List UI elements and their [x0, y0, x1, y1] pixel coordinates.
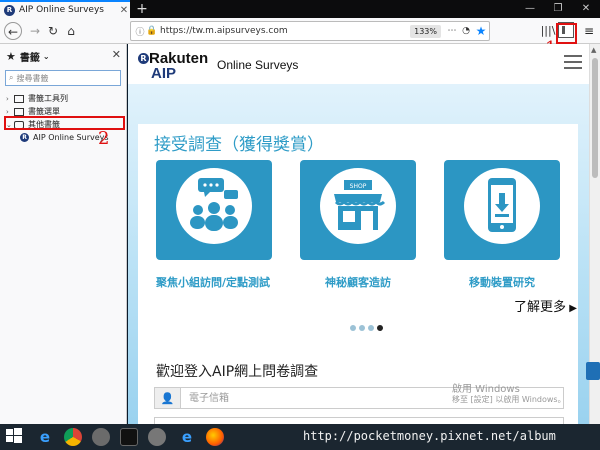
site-menu-icon[interactable] [564, 55, 582, 69]
learn-more-label: 了解更多 [514, 300, 567, 315]
shop-sign-text: SHOP [350, 183, 367, 190]
media-icon[interactable] [148, 428, 166, 446]
hamburger-menu-icon[interactable]: ≡ [582, 22, 596, 40]
restore-button[interactable]: ❐ [544, 0, 572, 18]
shop-icon: SHOP [320, 168, 396, 244]
password-field[interactable] [154, 417, 564, 424]
carousel-dot[interactable] [368, 325, 374, 331]
rakuten-r-icon: R [138, 53, 149, 64]
page-actions-icon[interactable]: ⋯ [445, 26, 459, 36]
mobile-download-icon [464, 168, 540, 244]
feature-card-focus-group[interactable] [156, 160, 272, 260]
tab-title: AIP Online Surveys [19, 5, 104, 15]
window-close-button[interactable]: ✕ [572, 0, 600, 18]
chrome-icon[interactable] [64, 428, 82, 446]
bookmark-star-icon[interactable]: ★ [473, 24, 489, 38]
terminal-icon[interactable] [120, 428, 138, 446]
tab-close-icon[interactable]: ✕ [118, 5, 130, 16]
rakuten-logo[interactable]: R Rakuten AIP [138, 50, 208, 81]
highlight-number-2: 2 [98, 128, 110, 149]
bookmarks-sidebar: ★ 書籤 ⌄ ✕ ⌕ 搜尋書籤 › 書籤工具列 › 書籤選單 ⌄ 其他書籤 R … [0, 44, 127, 424]
navigation-bar: ← → ↻ ⌂ ⓘ 🔒 https://tw.m.aipsurveys.com … [0, 18, 600, 44]
back-button[interactable]: ← [4, 22, 22, 40]
feature-card-mystery-shopper[interactable]: SHOP [300, 160, 416, 260]
windows-start-icon[interactable] [6, 428, 22, 446]
pocket-icon[interactable]: ◔ [459, 26, 473, 36]
windows-activation-subtitle: 移至 [設定] 以啟用 Windows。 [452, 395, 566, 404]
ie-icon[interactable]: e [36, 428, 54, 446]
album-watermark: http://pocketmoney.pixnet.net/album [303, 429, 556, 443]
tab-active[interactable]: R AIP Online Surveys ✕ [0, 0, 130, 18]
minimize-button[interactable]: — [516, 0, 544, 18]
star-icon: ★ [6, 49, 16, 63]
bookmark-search-input[interactable]: ⌕ 搜尋書籤 [5, 70, 121, 86]
highlight-box-1 [556, 23, 577, 44]
feature-label-mystery-shopper[interactable]: 神秘顧客造訪 [300, 274, 416, 290]
search-placeholder: 搜尋書籤 [16, 73, 49, 83]
edge-icon[interactable]: e [178, 428, 196, 446]
scroll-up-icon[interactable]: ▲ [591, 46, 596, 54]
chevron-down-icon: ⌄ [42, 51, 50, 61]
forward-button[interactable]: → [26, 22, 44, 40]
sidebar-title: 書籤 [19, 52, 40, 64]
banner-title: 接受調查（獲得獎賞） [154, 135, 324, 155]
windows-activation-title: 啟用 Windows [452, 384, 520, 395]
menu-folder-icon [14, 107, 24, 116]
carousel-dots [350, 325, 383, 331]
user-icon: 👤 [155, 388, 181, 408]
feature-banner: 接受調查（獲得獎賞） SHOP 聚焦小組訪問/定點測試 神秘顧客造訪 移動裝置研… [138, 124, 578, 356]
tab-bar: R AIP Online Surveys ✕ + — ❐ ✕ [0, 0, 600, 18]
lock-icon[interactable]: 🔒 [146, 26, 158, 36]
site-header: R Rakuten AIP Online Surveys [128, 44, 589, 84]
new-tab-button[interactable]: + [134, 1, 150, 17]
url-bar[interactable]: ⓘ 🔒 https://tw.m.aipsurveys.com 133% ⋯ ◔… [130, 21, 490, 41]
play-arrow-icon: ▶ [566, 303, 577, 314]
zoom-level[interactable]: 133% [410, 24, 441, 38]
carousel-dot-active[interactable] [377, 325, 383, 331]
page-content: RRakuten AIP Online Surveys 接受調查（獲得獎賞） [128, 44, 589, 424]
login-title: 歡迎登入AIP網上問卷調查 [156, 364, 319, 380]
sidebar-close-icon[interactable]: ✕ [112, 48, 121, 61]
site-favicon-icon: R [4, 4, 15, 16]
site-favicon-icon: R [20, 133, 29, 142]
floating-side-button[interactable] [586, 362, 600, 380]
search-icon: ⌕ [9, 73, 14, 82]
site-subtitle: Online Surveys [217, 58, 299, 72]
feature-label-mobile-research[interactable]: 移動裝置研究 [444, 274, 560, 290]
url-text[interactable]: https://tw.m.aipsurveys.com [158, 26, 410, 36]
group-chat-icon [176, 168, 252, 244]
feature-card-mobile-research[interactable] [444, 160, 560, 260]
reload-button[interactable]: ↻ [44, 22, 62, 40]
tree-item-toolbar[interactable]: › 書籤工具列 [0, 92, 126, 105]
feature-label-focus-group[interactable]: 聚焦小組訪問/定點測試 [140, 274, 286, 290]
info-icon[interactable]: ⓘ [134, 25, 146, 38]
carousel-dot[interactable] [350, 325, 356, 331]
toolbar-folder-icon [14, 94, 24, 103]
sidebar-header[interactable]: ★ 書籤 ⌄ [0, 44, 126, 68]
app-icon[interactable] [92, 428, 110, 446]
scrollbar-thumb[interactable] [592, 58, 598, 178]
learn-more-link[interactable]: 了解更多 ▶ [514, 296, 577, 315]
carousel-dot[interactable] [359, 325, 365, 331]
expand-arrow-icon[interactable]: › [6, 108, 14, 116]
firefox-icon[interactable] [206, 428, 224, 446]
tree-item-label: 書籤工具列 [28, 94, 68, 103]
expand-arrow-icon[interactable]: › [6, 95, 14, 103]
home-button[interactable]: ⌂ [62, 22, 80, 40]
aip-label: AIP [151, 65, 177, 82]
